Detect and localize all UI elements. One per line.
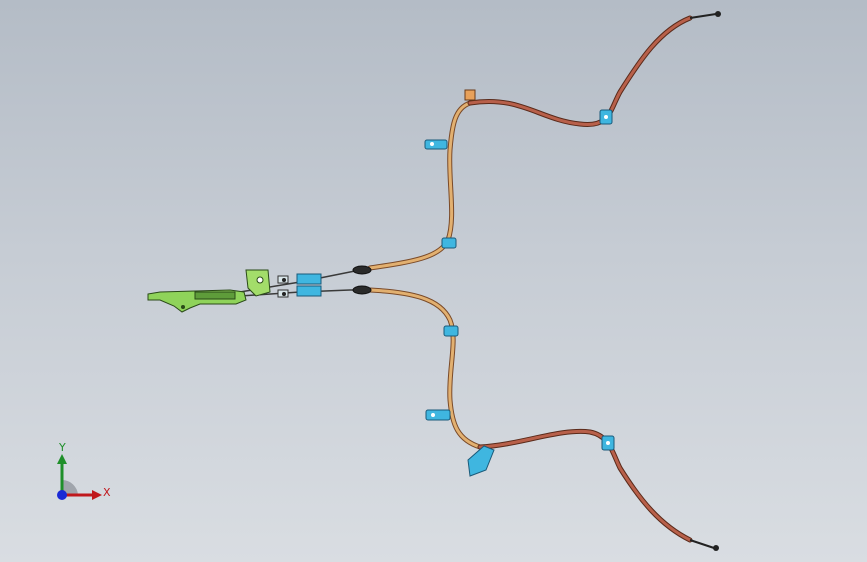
lower-clip-2 [425, 409, 451, 421]
upper-cable-ferrule [352, 265, 372, 275]
handbrake-lever [147, 269, 271, 313]
coordinate-triad: Y X [48, 440, 118, 510]
graphics-viewport[interactable]: Y X [0, 0, 867, 562]
x-axis-label: X [103, 486, 111, 499]
upper-clip-3 [599, 109, 613, 125]
lower-cable-ferrule [352, 285, 372, 295]
cable-assembly-model[interactable] [0, 0, 867, 562]
upper-clip-1 [424, 139, 448, 150]
upper-clip-2 [441, 237, 457, 249]
upper-bracket [464, 89, 476, 101]
lower-cable-conduit [367, 287, 483, 450]
upper-cable-end-terminal [715, 11, 721, 17]
upper-cable-jacket [467, 15, 693, 128]
lower-clip-3 [601, 435, 615, 451]
y-axis-label: Y [59, 441, 66, 454]
lower-bracket-clip [467, 445, 495, 477]
lower-cable-jacket [477, 428, 693, 543]
lower-clip-1 [443, 325, 459, 337]
equalizer-connector [277, 273, 322, 298]
lower-cable-end-terminal [713, 545, 719, 551]
